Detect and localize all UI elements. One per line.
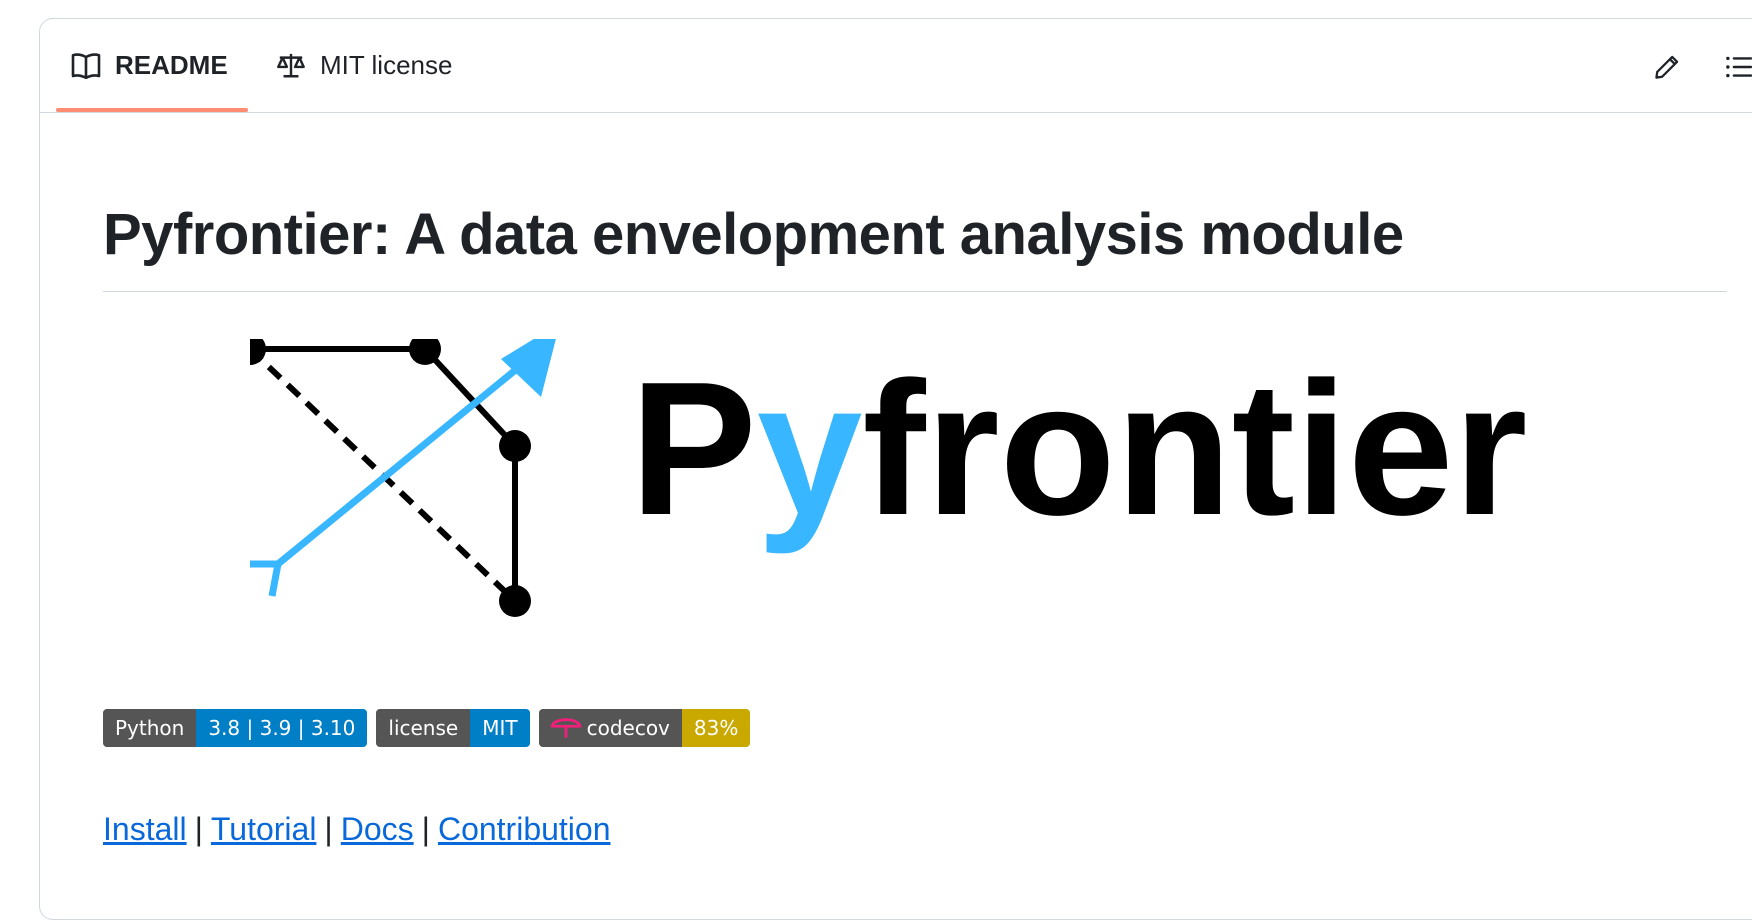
codecov-badge[interactable]: codecov 83% bbox=[538, 709, 751, 747]
law-scale-icon bbox=[277, 53, 305, 77]
badge-label: codecov bbox=[586, 716, 670, 740]
pencil-icon bbox=[1655, 55, 1679, 79]
badge-label: license bbox=[376, 709, 471, 747]
badge-label: Python bbox=[103, 709, 197, 747]
codecov-umbrella-icon bbox=[550, 718, 581, 739]
readme-title: Pyfrontier: A data envelopment analysis … bbox=[103, 195, 1727, 292]
logo-text-accent: y bbox=[757, 343, 863, 555]
pyfrontier-logo: Pyfrontier bbox=[250, 339, 1527, 617]
badge-row: Python 3.8 | 3.9 | 3.10 license MIT code… bbox=[103, 709, 751, 747]
tab-license-label: MIT license bbox=[320, 50, 453, 80]
tab-readme[interactable]: README bbox=[71, 19, 228, 112]
tab-license[interactable]: MIT license bbox=[276, 19, 452, 112]
edit-button[interactable] bbox=[1647, 47, 1687, 87]
badge-value: 83% bbox=[681, 709, 751, 747]
active-tab-indicator bbox=[56, 108, 248, 112]
readme-nav-links: Install | Tutorial | Docs | Contribution bbox=[103, 811, 611, 848]
logo-text-prefix: P bbox=[630, 343, 757, 555]
readme-container: README MIT license Pyfrontier: A data en… bbox=[39, 18, 1752, 920]
readme-tab-bar: README MIT license bbox=[40, 19, 1752, 113]
logo-wordmark: Pyfrontier bbox=[630, 343, 1527, 555]
badge-value: MIT bbox=[470, 709, 530, 747]
list-unordered-icon bbox=[1726, 56, 1752, 78]
license-badge[interactable]: license MIT bbox=[376, 709, 530, 747]
badge-label-group: codecov bbox=[538, 709, 682, 747]
book-icon bbox=[71, 52, 101, 79]
logo-text-suffix: frontier bbox=[862, 343, 1527, 555]
python-version-badge[interactable]: Python 3.8 | 3.9 | 3.10 bbox=[103, 709, 368, 747]
badge-value: 3.8 | 3.9 | 3.10 bbox=[196, 709, 368, 747]
outline-button[interactable] bbox=[1719, 47, 1752, 87]
tab-readme-label: README bbox=[115, 50, 228, 80]
frontier-diagram-icon bbox=[250, 339, 556, 617]
